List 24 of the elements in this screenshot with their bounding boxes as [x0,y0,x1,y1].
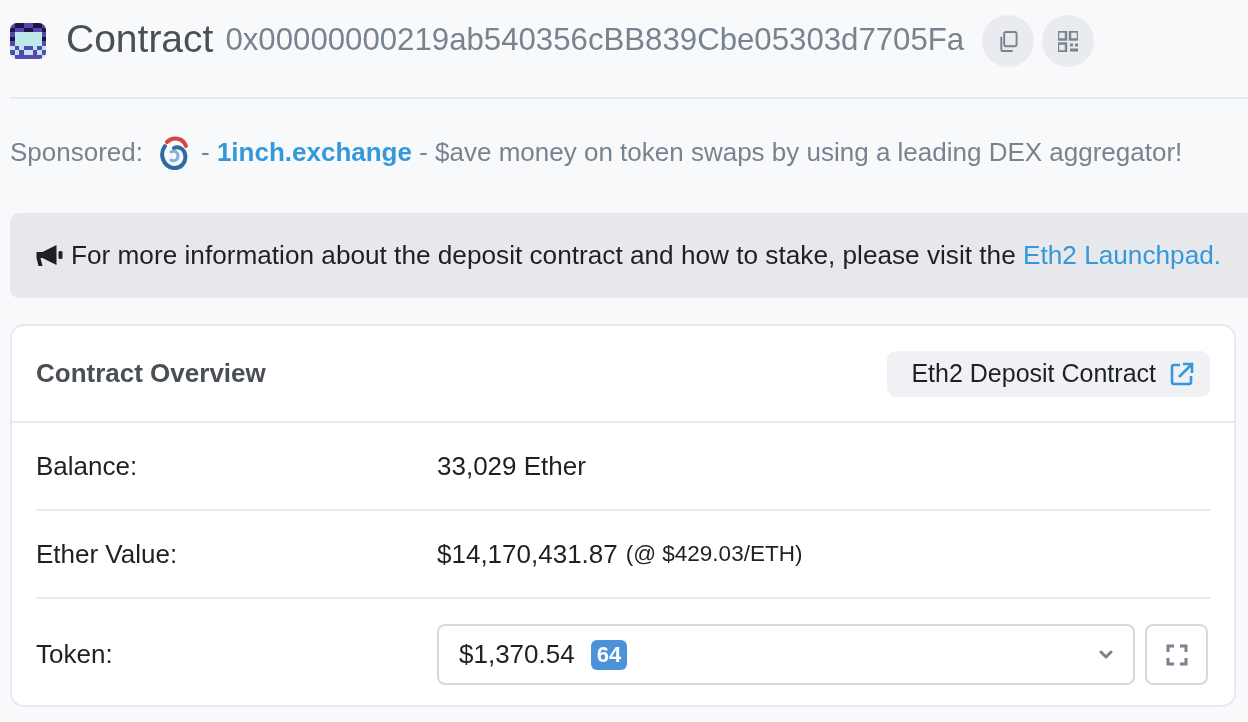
field-label: Balance: [36,450,139,482]
contract-address: 0x00000000219ab540356cBB839Cbe05303d7705Fa [225,24,965,56]
price-note: (@ $429.03/ETH) [625,541,803,567]
field-label: Token: [36,638,114,671]
card-title: Contract Overview [36,358,266,389]
expand-button[interactable] [1145,624,1208,685]
external-link-icon [1170,361,1194,386]
token-count: 64 [590,639,628,670]
field-value: $14,170,431.87 [437,538,618,570]
page-title: Contract [66,18,214,58]
deposit-contract-button[interactable]: Eth2 Deposit Contract [887,350,1210,397]
info-message: For more information about the deposit contract and how to stake, please visit the Eth2 Launchpad. [71,240,1222,271]
qr-code-icon [1058,30,1079,52]
pixel-avatar-icon [10,23,46,59]
swirl-logo-icon [157,134,189,170]
token-dropdown[interactable]: $1,370.54 64 [437,624,1135,685]
field-label: Ether Value: [36,538,179,570]
expand-icon [1165,643,1188,666]
megaphone-icon [35,243,64,268]
copy-icon [998,30,1019,52]
field-value: 33,029 Ether [437,450,586,482]
sponsor-message: - 1inch.exchange - $ave money on token swaps by using a leading DEX aggregator! [201,136,1183,168]
chevron-down-icon [1099,650,1113,659]
sponsored-label: Sponsored: [10,136,143,168]
